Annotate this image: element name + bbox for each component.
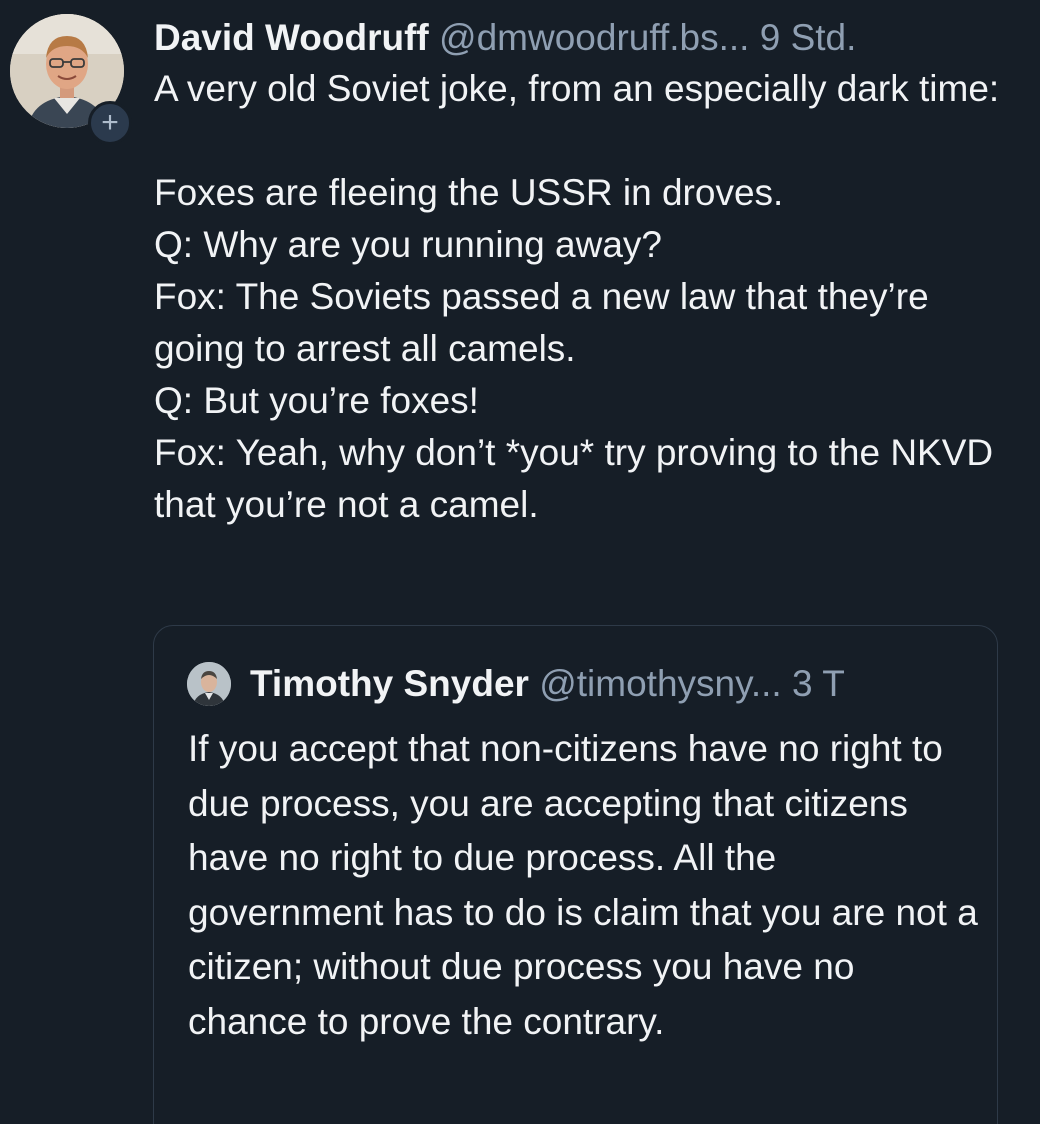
quoted-post-text: If you accept that non-citizens have no … bbox=[188, 728, 989, 1042]
post-text: A very old Soviet joke, from an especial… bbox=[154, 68, 1000, 525]
quote-timestamp[interactable]: 3 T bbox=[792, 660, 845, 708]
post-timestamp[interactable]: 9 Std. bbox=[760, 17, 857, 58]
quote-author-name[interactable]: Timothy Snyder bbox=[250, 660, 529, 708]
post-content: David Woodruff @dmwoodruff.bs... 9 Std. … bbox=[154, 14, 1004, 531]
quoted-post[interactable]: Timothy Snyder @timothysny... 3 T If you… bbox=[153, 625, 998, 1124]
quoted-post-header: Timothy Snyder @timothysny... 3 T bbox=[187, 660, 845, 708]
follow-button[interactable]: + bbox=[88, 101, 132, 145]
quote-author-avatar[interactable] bbox=[187, 662, 231, 706]
quote-author-handle[interactable]: @timothysny... bbox=[539, 660, 782, 708]
post: + David Woodruff @dmwoodruff.bs... 9 Std… bbox=[0, 0, 1040, 1124]
author-name[interactable]: David Woodruff bbox=[154, 17, 429, 58]
post-header: David Woodruff @dmwoodruff.bs... 9 Std. bbox=[154, 14, 1004, 62]
plus-icon: + bbox=[101, 106, 119, 139]
author-avatar-container[interactable]: + bbox=[10, 14, 132, 145]
author-handle[interactable]: @dmwoodruff.bs... bbox=[439, 17, 749, 58]
